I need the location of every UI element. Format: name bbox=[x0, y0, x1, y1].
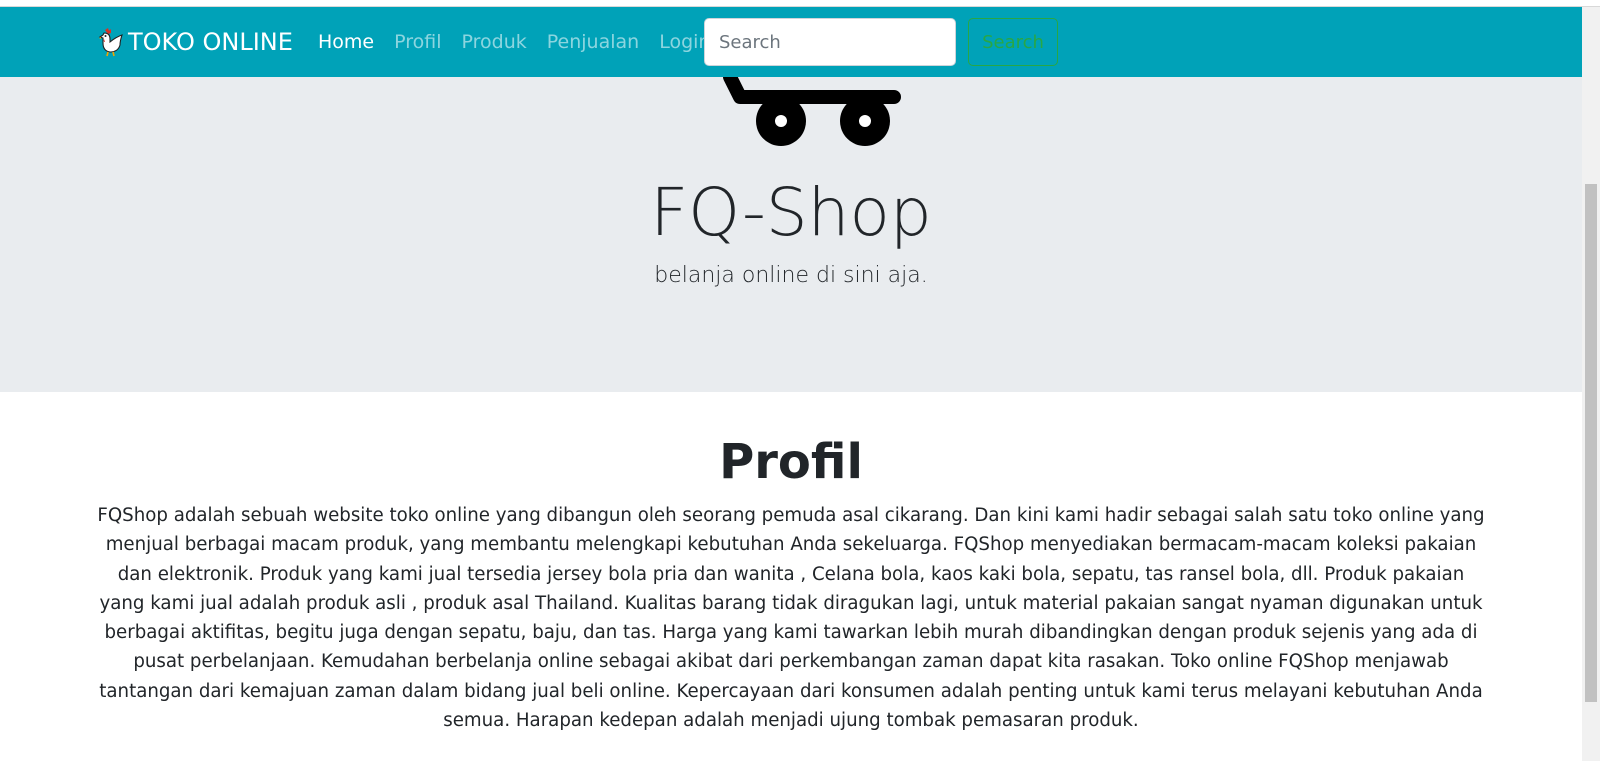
hero-title: FQ-Shop bbox=[650, 174, 932, 251]
nav-link-penjualan[interactable]: Penjualan bbox=[537, 29, 649, 55]
brand-text: TOKO ONLINE bbox=[128, 28, 293, 56]
profil-section: Profil FQShop adalah sebuah website toko… bbox=[0, 392, 1582, 761]
page: TOKO ONLINE Home Profil Produk Penjualan… bbox=[0, 7, 1582, 761]
browser-viewport: TOKO ONLINE Home Profil Produk Penjualan… bbox=[0, 0, 1600, 761]
nav-link-profil[interactable]: Profil bbox=[384, 29, 451, 55]
scrollbar-thumb[interactable] bbox=[1585, 184, 1597, 702]
profil-title: Profil bbox=[719, 434, 863, 490]
vertical-scrollbar[interactable] bbox=[1582, 7, 1600, 761]
hero-jumbotron: FQ-Shop belanja online di sini aja. bbox=[0, 77, 1582, 392]
nav-links: Home Profil Produk Penjualan Login bbox=[310, 29, 720, 55]
shopping-cart-icon bbox=[723, 77, 901, 146]
profil-text: FQShop adalah sebuah website toko online… bbox=[97, 505, 1485, 732]
navbar: TOKO ONLINE Home Profil Produk Penjualan… bbox=[0, 7, 1582, 77]
hero-subtitle: belanja online di sini aja. bbox=[654, 263, 928, 288]
nav-link-home[interactable]: Home bbox=[310, 29, 384, 55]
window-top-edge bbox=[0, 0, 1600, 7]
nav-link-produk[interactable]: Produk bbox=[452, 29, 537, 55]
brand-link[interactable]: TOKO ONLINE bbox=[96, 25, 293, 59]
search-button[interactable]: Search bbox=[968, 18, 1058, 66]
search-input[interactable] bbox=[704, 18, 956, 66]
rooster-icon bbox=[98, 28, 123, 57]
